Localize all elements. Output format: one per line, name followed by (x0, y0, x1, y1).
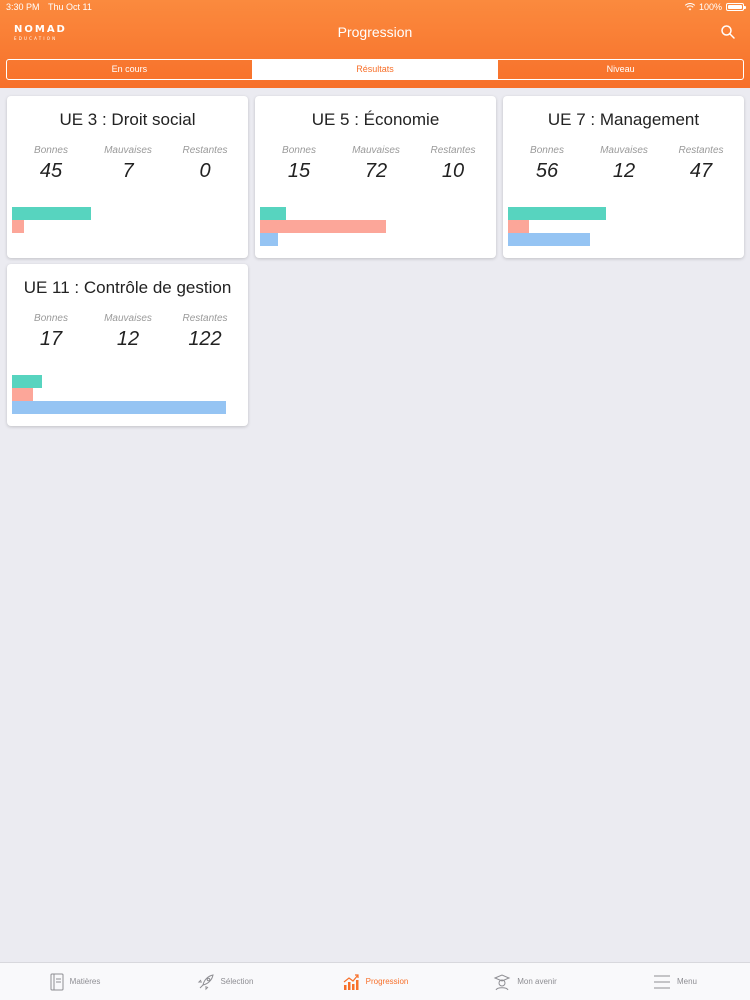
stat-bad-label: Mauvaises (104, 313, 152, 324)
stat-good: Bonnes 56 (512, 145, 582, 183)
card-title: UE 11 : Contrôle de gestion (23, 278, 232, 297)
segment-en-cours[interactable]: En cours (7, 60, 253, 79)
battery-percent: 100% (698, 2, 722, 12)
tab-label: Sélection (220, 977, 254, 986)
bar-bad (508, 220, 529, 233)
stat-bad-label: Mauvaises (352, 145, 400, 156)
tab-label: Menu (676, 977, 697, 986)
page-title: Progression (337, 24, 413, 40)
bar-good (12, 207, 91, 220)
stat-bad-value: 12 (116, 328, 140, 350)
stat-bad-value: 7 (122, 160, 134, 182)
subject-card[interactable]: UE 5 : Économie Bonnes 15 Mauvaises 72 R… (255, 96, 496, 258)
bar-bad (260, 220, 386, 233)
card-title: UE 7 : Management (547, 110, 700, 129)
stat-good-value: 17 (39, 328, 63, 350)
nomad-logo: NOMAD EDUCATION (14, 25, 67, 41)
status-bar: 3:30 PM Thu Oct 11 100% (0, 0, 750, 14)
stat-left-label: Restantes (430, 145, 476, 156)
stat-bad-label: Mauvaises (104, 145, 152, 156)
stat-left: Restantes 122 (170, 313, 240, 351)
card-title: UE 3 : Droit social (59, 110, 196, 129)
bar-left (508, 233, 591, 246)
status-time: 3:30 PM (6, 2, 40, 12)
logo-main-text: NOMAD (14, 24, 67, 35)
stat-left-label: Restantes (678, 145, 724, 156)
menu-icon (653, 973, 671, 991)
stat-bad-value: 12 (612, 160, 636, 182)
subject-card[interactable]: UE 11 : Contrôle de gestion Bonnes 17 Ma… (7, 264, 248, 426)
bar-left (260, 233, 278, 246)
stat-left-value: 122 (188, 328, 222, 350)
search-icon[interactable] (720, 24, 736, 40)
segment-niveau[interactable]: Niveau (498, 60, 743, 79)
stat-bad-label: Mauvaises (600, 145, 648, 156)
rocket-icon (197, 973, 215, 991)
stat-left: Restantes 47 (666, 145, 736, 183)
tab-selection[interactable]: Sélection (150, 963, 300, 1000)
tab-bar: Matières Sélection Progression Mon aveni… (0, 962, 750, 1000)
tab-label: Matières (69, 977, 101, 986)
stat-left-label: Restantes (182, 313, 228, 324)
stat-left-value: 0 (199, 160, 211, 182)
segmented-control: En cours Résultats Niveau (6, 59, 744, 80)
bar-good (12, 375, 42, 388)
tab-label: Progression (365, 977, 409, 986)
stat-left-label: Restantes (182, 145, 228, 156)
stat-good-label: Bonnes (34, 313, 68, 324)
bar-bad (12, 220, 25, 233)
stat-good: Bonnes 17 (16, 313, 86, 351)
stat-left-value: 47 (689, 160, 713, 182)
stat-left: Restantes 10 (418, 145, 488, 183)
status-date: Thu Oct 11 (48, 2, 92, 12)
tab-matieres[interactable]: Matières (0, 963, 150, 1000)
stat-good-label: Bonnes (282, 145, 316, 156)
logo-sub-text: EDUCATION (14, 36, 58, 41)
stat-good-value: 45 (39, 160, 63, 182)
stat-bad-value: 72 (364, 160, 388, 182)
bar-bad (12, 388, 33, 401)
graduate-icon (493, 973, 511, 991)
stat-good-label: Bonnes (530, 145, 564, 156)
tab-menu[interactable]: Menu (600, 963, 750, 1000)
stat-bad: Mauvaises 7 (93, 145, 163, 183)
stat-left-value: 10 (441, 160, 465, 182)
tab-label: Mon avenir (517, 977, 557, 986)
stat-good-value: 15 (287, 160, 311, 182)
card-title: UE 5 : Économie (311, 110, 440, 129)
segment-resultats[interactable]: Résultats (252, 60, 499, 79)
status-indicators: 100% (684, 2, 746, 12)
subject-card[interactable]: UE 3 : Droit social Bonnes 45 Mauvaises … (7, 96, 248, 258)
bar-good (260, 207, 287, 220)
book-icon (50, 973, 64, 991)
tab-mon-avenir[interactable]: Mon avenir (450, 963, 600, 1000)
stat-good-label: Bonnes (34, 145, 68, 156)
stat-good: Bonnes 15 (264, 145, 334, 183)
battery-icon (726, 3, 746, 11)
stat-good: Bonnes 45 (16, 145, 86, 183)
stat-good-value: 56 (535, 160, 559, 182)
stat-left: Restantes 0 (170, 145, 240, 183)
stat-bad: Mauvaises 72 (341, 145, 411, 183)
bar-good (508, 207, 606, 220)
bar-left (12, 401, 226, 414)
wifi-icon (684, 3, 695, 11)
header: 3:30 PM Thu Oct 11 100% NOMAD EDUCATION … (0, 0, 750, 88)
stat-bad: Mauvaises 12 (589, 145, 659, 183)
tab-progression[interactable]: Progression (300, 963, 450, 1000)
subject-card[interactable]: UE 7 : Management Bonnes 56 Mauvaises 12… (503, 96, 744, 258)
stat-bad: Mauvaises 12 (93, 313, 163, 351)
chart-icon (342, 973, 360, 991)
